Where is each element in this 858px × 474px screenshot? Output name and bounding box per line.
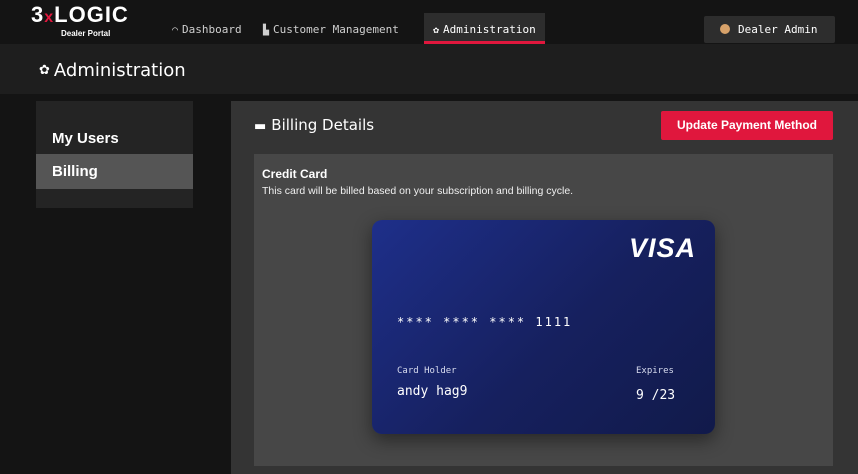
nav-customer-management-label: Customer Management: [273, 23, 399, 36]
dashboard-icon: ◠: [172, 25, 179, 36]
billing-title-text: Billing Details: [271, 116, 375, 134]
nav-administration-label: Administration: [443, 23, 536, 36]
sidebar-item-billing[interactable]: Billing: [36, 154, 193, 189]
logo-subtitle: Dealer Portal: [61, 29, 111, 38]
top-navbar: 3xLOGIC Dealer Portal ◠ Dashboard ▙ Custom…: [0, 0, 858, 44]
gear-icon: ✿: [433, 25, 440, 36]
user-menu-label: Dealer Admin: [738, 23, 818, 36]
card-expires-value: 9 /23: [636, 388, 676, 403]
sidebar-item-label: Billing: [52, 163, 98, 180]
credit-card-section-title: Credit Card: [262, 167, 328, 181]
user-menu-button[interactable]: Dealer Admin: [704, 16, 835, 43]
billing-title: ▬ Billing Details: [254, 116, 374, 134]
nav-administration[interactable]: ✿ Administration: [424, 13, 545, 44]
credit-card-icon: ▬: [254, 119, 267, 134]
card-holder-label: Card Holder: [397, 366, 457, 376]
card-holder-name: andy hag9: [397, 384, 468, 399]
nav-customer-management[interactable]: ▙ Customer Management: [263, 13, 399, 44]
nav-dashboard[interactable]: ◠ Dashboard: [172, 13, 242, 44]
avatar: [720, 24, 730, 34]
page-title: ✿ Administration: [39, 60, 186, 81]
sidebar-item-label: My Users: [52, 130, 119, 147]
nav-dashboard-label: Dashboard: [182, 23, 242, 36]
page-title-text: Administration: [53, 60, 186, 81]
brand-logo[interactable]: 3xLOGIC Dealer Portal: [31, 4, 129, 39]
card-number: **** **** **** 1111: [397, 315, 573, 329]
building-icon: ▙: [263, 25, 270, 36]
sidebar-item-my-users[interactable]: My Users: [36, 121, 193, 156]
logo-wordmark: 3xLOGIC: [31, 2, 129, 27]
credit-card-section-description: This card will be billed based on your s…: [262, 185, 574, 197]
visa-logo: VISA: [629, 233, 697, 263]
gear-icon: ✿: [39, 63, 50, 78]
admin-sidebar: My Users Billing: [36, 101, 193, 208]
update-payment-method-button[interactable]: Update Payment Method: [661, 111, 833, 140]
card-expires-label: Expires: [636, 366, 674, 376]
